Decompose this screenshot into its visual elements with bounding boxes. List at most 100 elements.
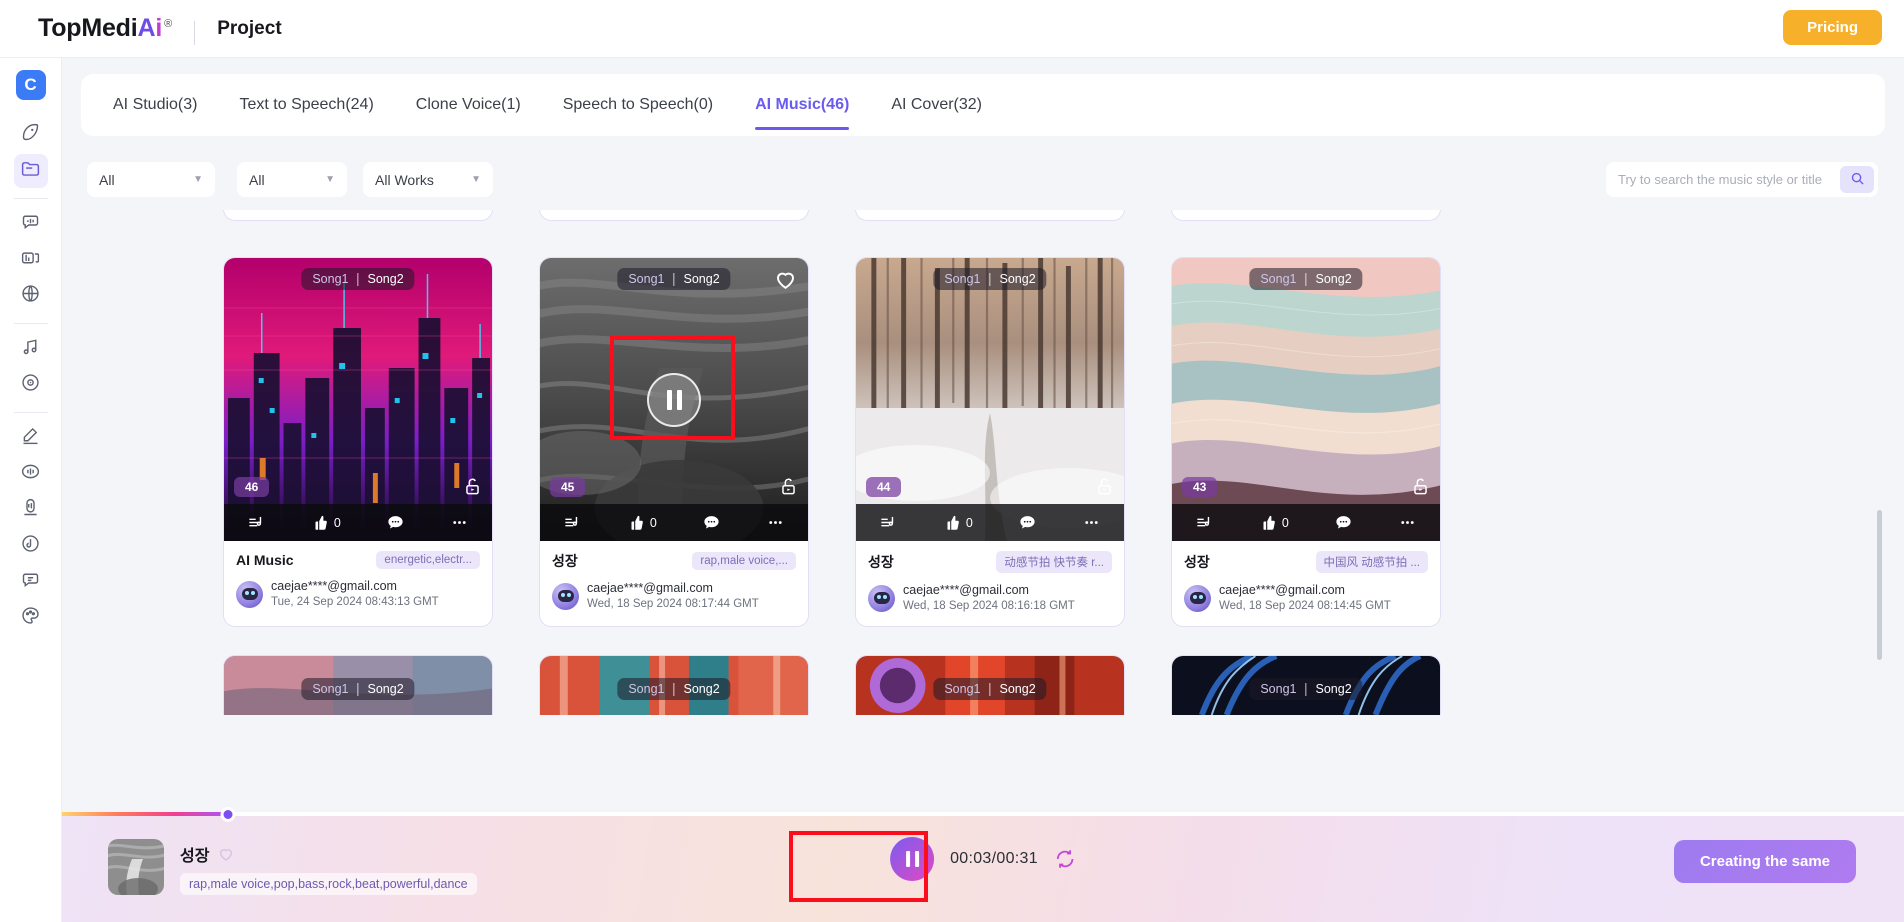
song1-label[interactable]: Song1	[944, 272, 980, 286]
song-toggle[interactable]: Song1 Song2	[933, 268, 1047, 290]
card-artwork[interactable]: Song1 Song2 45 0	[540, 258, 808, 541]
vertical-scrollbar[interactable]	[1877, 510, 1882, 660]
song-toggle[interactable]: Song1 Song2	[933, 678, 1047, 701]
work-card-partial[interactable]: Song1 Song2	[855, 655, 1125, 716]
unlock-icon[interactable]	[779, 477, 798, 501]
sidebar-item-art[interactable]	[14, 601, 48, 635]
work-card-partial[interactable]: Song1 Song2	[539, 655, 809, 716]
sidebar-item-ai-music[interactable]	[14, 332, 48, 366]
progress-handle[interactable]	[220, 807, 236, 822]
brand-logo[interactable]: TopMedi Ai ®	[38, 14, 172, 43]
sidebar-item-voice-clone[interactable]	[14, 529, 48, 563]
song2-label[interactable]: Song2	[1316, 682, 1352, 696]
work-card[interactable]: Song1 Song2 44 0 성장 动感节拍 快节奏 r... caejae…	[855, 257, 1125, 628]
card-partial[interactable]	[1171, 210, 1441, 221]
lyrics-button[interactable]	[247, 513, 266, 532]
create-same-button[interactable]: Creating the same	[1673, 840, 1856, 883]
card-artwork[interactable]: Song1 Song2 46 0	[224, 258, 492, 541]
search-input[interactable]	[1618, 172, 1840, 187]
song1-label[interactable]: Song1	[312, 272, 348, 286]
player-pause-button[interactable]	[890, 837, 935, 881]
card-index-badge: 43	[1182, 477, 1218, 497]
tab-speech-to-speech[interactable]: Speech to Speech(0)	[563, 74, 713, 136]
work-card-partial[interactable]: Song1 Song2	[1171, 655, 1441, 716]
song-toggle[interactable]: Song1 Song2	[301, 678, 415, 701]
sidebar-item-translate[interactable]	[14, 279, 48, 313]
tab-ai-cover[interactable]: AI Cover(32)	[891, 74, 982, 136]
song2-label[interactable]: Song2	[684, 272, 720, 286]
search-button[interactable]	[1840, 166, 1874, 193]
favorite-button[interactable]	[773, 267, 798, 297]
unlock-icon[interactable]	[1411, 477, 1430, 501]
song2-label[interactable]: Song2	[1316, 272, 1352, 286]
comment-button[interactable]	[1334, 513, 1353, 532]
progress-track[interactable]	[62, 807, 1904, 822]
card-partial[interactable]	[855, 210, 1125, 221]
sidebar-item-voice-edit[interactable]	[14, 421, 48, 455]
like-button[interactable]: 0	[311, 514, 341, 532]
card-artwork[interactable]: Song1 Song2 44 0	[856, 258, 1124, 541]
tab-ai-music[interactable]: AI Music(46)	[755, 74, 850, 136]
favorite-icon[interactable]	[217, 845, 235, 863]
player-style-tags: rap,male voice,pop,bass,rock,beat,powerf…	[180, 873, 477, 895]
sidebar-item-voice-wave[interactable]	[14, 457, 48, 491]
comment-button[interactable]	[1018, 513, 1037, 532]
sidebar-item-voice-library[interactable]	[14, 243, 48, 277]
lyrics-button[interactable]	[563, 513, 582, 532]
song-toggle[interactable]: Song1 Song2	[301, 268, 415, 290]
song1-label[interactable]: Song1	[1260, 682, 1296, 696]
song1-label[interactable]: Song1	[312, 682, 348, 696]
song1-label[interactable]: Song1	[944, 682, 980, 696]
text-to-speech-icon	[20, 211, 41, 237]
card-partial[interactable]	[223, 210, 493, 221]
tab-clone-voice[interactable]: Clone Voice(1)	[416, 74, 521, 136]
app-logo[interactable]: C	[15, 70, 46, 100]
card-artwork[interactable]: Song1 Song2 43 0	[1172, 258, 1440, 541]
sidebar-item-chat[interactable]	[14, 565, 48, 599]
pause-button[interactable]	[647, 372, 701, 427]
more-options-button[interactable]	[1398, 513, 1417, 532]
song1-label[interactable]: Song1	[628, 272, 664, 286]
unlock-icon[interactable]	[1095, 477, 1114, 501]
sidebar-item-projects[interactable]	[13, 154, 48, 188]
loop-icon[interactable]	[1054, 848, 1076, 870]
sidebar-item-recorder[interactable]	[14, 493, 48, 527]
more-options-button[interactable]	[1082, 513, 1101, 532]
comment-button[interactable]	[386, 513, 405, 532]
filter-dropdown-1[interactable]: All ▼	[87, 162, 215, 197]
card-partial[interactable]	[539, 210, 809, 221]
more-options-button[interactable]	[450, 513, 469, 532]
pricing-button[interactable]: Pricing	[1783, 10, 1882, 45]
sidebar-item-explore[interactable]	[14, 118, 48, 152]
filter-dropdown-2[interactable]: All ▼	[237, 162, 347, 197]
song2-label[interactable]: Song2	[1000, 682, 1036, 696]
song2-label[interactable]: Song2	[684, 682, 720, 696]
tab-ai-studio[interactable]: AI Studio(3)	[113, 74, 197, 136]
filter-dropdown-works[interactable]: All Works ▼	[363, 162, 493, 197]
song2-label[interactable]: Song2	[1000, 272, 1036, 286]
song2-label[interactable]: Song2	[368, 682, 404, 696]
song1-label[interactable]: Song1	[1260, 272, 1296, 286]
like-button[interactable]: 0	[943, 514, 973, 532]
lyrics-button[interactable]	[1195, 513, 1214, 532]
song-toggle[interactable]: Song1 Song2	[617, 268, 731, 290]
like-button[interactable]: 0	[1259, 514, 1289, 532]
work-card[interactable]: Song1 Song2 43 0 성장 中国风 动感节拍 ... caejae*…	[1171, 257, 1441, 628]
work-card[interactable]: Song1 Song2 46 0 AI Music energetic,elec…	[223, 257, 493, 628]
work-card[interactable]: Song1 Song2 45 0 성장 rap,male voice,... c…	[539, 257, 809, 628]
sidebar-item-ai-cover[interactable]	[14, 368, 48, 402]
player-thumbnail[interactable]	[108, 839, 164, 895]
unlock-icon[interactable]	[463, 477, 482, 501]
song-toggle[interactable]: Song1 Song2	[1249, 678, 1363, 701]
song1-label[interactable]: Song1	[628, 682, 664, 696]
song2-label[interactable]: Song2	[368, 272, 404, 286]
like-button[interactable]: 0	[627, 514, 657, 532]
lyrics-button[interactable]	[879, 513, 898, 532]
song-toggle[interactable]: Song1 Song2	[1249, 268, 1363, 290]
sidebar-item-text-to-speech[interactable]	[14, 207, 48, 241]
song-toggle[interactable]: Song1 Song2	[617, 678, 731, 701]
comment-button[interactable]	[702, 513, 721, 532]
tab-text-to-speech[interactable]: Text to Speech(24)	[239, 74, 373, 136]
more-options-button[interactable]	[766, 513, 785, 532]
work-card-partial[interactable]: Song1 Song2	[223, 655, 493, 716]
